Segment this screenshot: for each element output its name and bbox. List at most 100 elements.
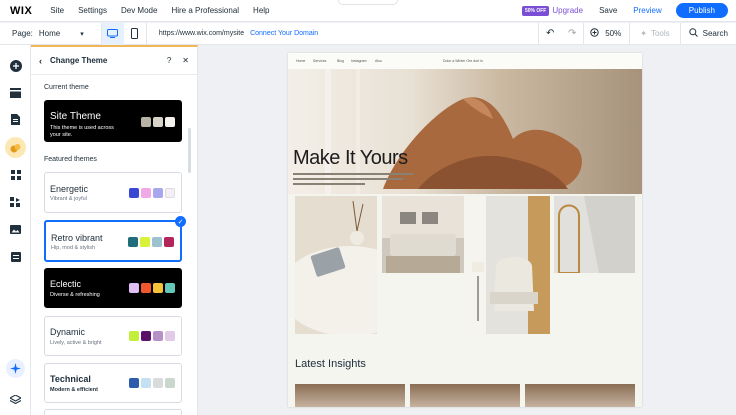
cms-icon[interactable]	[8, 249, 23, 264]
theme-desc: Diverse & refreshing	[50, 292, 100, 298]
swatch	[141, 117, 151, 127]
theme-swatches	[129, 283, 175, 293]
swatch	[141, 188, 151, 198]
pages-icon[interactable]	[8, 112, 23, 127]
publish-button[interactable]: Publish	[675, 3, 728, 18]
address-bar: Page: Home ▾ https://www.wix.com/mysite …	[0, 22, 736, 45]
back-arrow-icon[interactable]: ‹	[39, 56, 42, 66]
theme-card-next[interactable]	[44, 409, 182, 415]
upgrade-link[interactable]: Upgrade	[552, 6, 583, 15]
ai-assistant-icon[interactable]	[6, 359, 25, 378]
selected-check-icon: ✓	[175, 216, 186, 227]
swatch	[141, 283, 151, 293]
undo-icon[interactable]: ↶	[539, 23, 561, 45]
swatch	[165, 117, 175, 127]
search-icon[interactable]	[688, 28, 698, 39]
menu-hire-professional[interactable]: Hire a Professional	[171, 6, 239, 15]
gallery-image-sofa[interactable]	[382, 196, 464, 273]
tools-icon[interactable]: ✦	[640, 29, 647, 38]
swatch	[153, 117, 163, 127]
connect-domain-link[interactable]: Connect Your Domain	[250, 30, 318, 37]
theme-name: Dynamic	[50, 327, 86, 337]
theme-name: Eclectic	[50, 279, 82, 289]
media-icon[interactable]	[8, 222, 23, 237]
hero-text-line	[293, 178, 403, 180]
redo-icon[interactable]: ↷	[561, 23, 583, 45]
gallery-image-mirror[interactable]	[554, 196, 635, 274]
site-nav-also[interactable]: Also	[375, 59, 382, 63]
panel-scrollbar[interactable]	[188, 128, 191, 173]
site-nav-instagram[interactable]: Instagram	[351, 59, 367, 63]
site-nav-center: Dolor a Winter Ore dort in	[443, 59, 483, 63]
business-apps-icon[interactable]	[8, 194, 23, 209]
menu-dev-mode[interactable]: Dev Mode	[121, 6, 157, 15]
sections-icon[interactable]	[8, 85, 23, 100]
swatch	[153, 283, 163, 293]
hero-image: Make It Yours	[288, 69, 642, 194]
collapse-handle[interactable]	[338, 0, 398, 5]
desktop-view-icon[interactable]	[101, 22, 124, 45]
gallery-image-table[interactable]	[288, 196, 420, 336]
swatch	[165, 331, 175, 341]
page-select[interactable]: Home ▾	[39, 29, 101, 38]
theme-card-energetic[interactable]: Energetic Vibrant & joyful	[44, 172, 182, 213]
site-theme-name: Site Theme	[50, 111, 101, 122]
panel-title: Change Theme	[50, 56, 108, 65]
current-theme-label: Current theme	[44, 84, 89, 91]
site-nav-home[interactable]: Home	[296, 59, 305, 63]
wix-logo[interactable]: WIX	[10, 5, 32, 17]
hero-title[interactable]: Make It Yours	[293, 147, 408, 170]
swatch	[152, 237, 162, 247]
zoom-icon[interactable]	[590, 28, 599, 39]
close-icon[interactable]: ✕	[182, 56, 189, 65]
theme-name: Retro vibrant	[51, 233, 103, 243]
change-theme-panel: ‹ Change Theme ? ✕ Current theme Site Th…	[31, 45, 198, 415]
layers-icon[interactable]	[8, 392, 23, 407]
swatch	[141, 331, 151, 341]
theme-card-technical[interactable]: Technical Modern & efficient	[44, 363, 182, 403]
help-icon[interactable]: ?	[167, 56, 171, 65]
menu-site[interactable]: Site	[50, 6, 64, 15]
zoom-level[interactable]: 50%	[605, 29, 621, 38]
theme-swatches	[129, 331, 175, 341]
site-url: https://www.wix.com/mysite	[158, 30, 245, 37]
theme-icon[interactable]	[5, 137, 26, 158]
site-nav-blog[interactable]: Blog	[337, 59, 344, 63]
swatch	[129, 283, 139, 293]
current-theme-card[interactable]: Site Theme This theme is used across you…	[44, 100, 182, 142]
menu-help[interactable]: Help	[253, 6, 269, 15]
page-select-value: Home	[38, 29, 61, 38]
search-button[interactable]: Search	[703, 29, 728, 38]
theme-swatches	[129, 188, 175, 198]
theme-swatches	[128, 237, 174, 247]
mobile-view-icon[interactable]	[124, 23, 146, 45]
theme-card-eclectic[interactable]: Eclectic Diverse & refreshing	[44, 268, 182, 308]
menu-settings[interactable]: Settings	[78, 6, 107, 15]
add-elements-icon[interactable]	[8, 58, 23, 73]
site-canvas[interactable]: Home Services Blog Instagram Also Dolor …	[288, 53, 642, 407]
gallery-image-armchair[interactable]	[468, 196, 550, 334]
theme-desc: Hip, mod & stylish	[51, 245, 96, 251]
theme-swatches	[129, 378, 175, 388]
blog-thumb[interactable]	[410, 384, 520, 407]
blog-thumb[interactable]	[295, 384, 405, 407]
apps-icon[interactable]	[8, 167, 23, 182]
swatch	[128, 237, 138, 247]
latest-insights-heading[interactable]: Latest Insights	[295, 358, 366, 370]
tools-button[interactable]: Tools	[651, 29, 670, 38]
site-nav-services[interactable]: Services	[313, 59, 326, 63]
swatch	[129, 331, 139, 341]
blog-thumb[interactable]	[525, 384, 635, 407]
featured-themes-label: Featured themes	[44, 156, 97, 163]
swatch	[165, 378, 175, 388]
theme-card-dynamic[interactable]: Dynamic Lively, active & bright	[44, 316, 182, 356]
preview-button[interactable]: Preview	[633, 6, 661, 15]
save-button[interactable]: Save	[599, 6, 617, 15]
swatch	[165, 188, 175, 198]
theme-desc: Lively, active & bright	[50, 340, 102, 346]
swatch	[140, 237, 150, 247]
chevron-down-icon: ▾	[80, 30, 84, 38]
theme-card-retro-vibrant[interactable]: Retro vibrant Hip, mod & stylish ✓	[44, 216, 186, 262]
hero-text-line	[293, 173, 413, 175]
site-theme-swatches	[141, 117, 175, 127]
